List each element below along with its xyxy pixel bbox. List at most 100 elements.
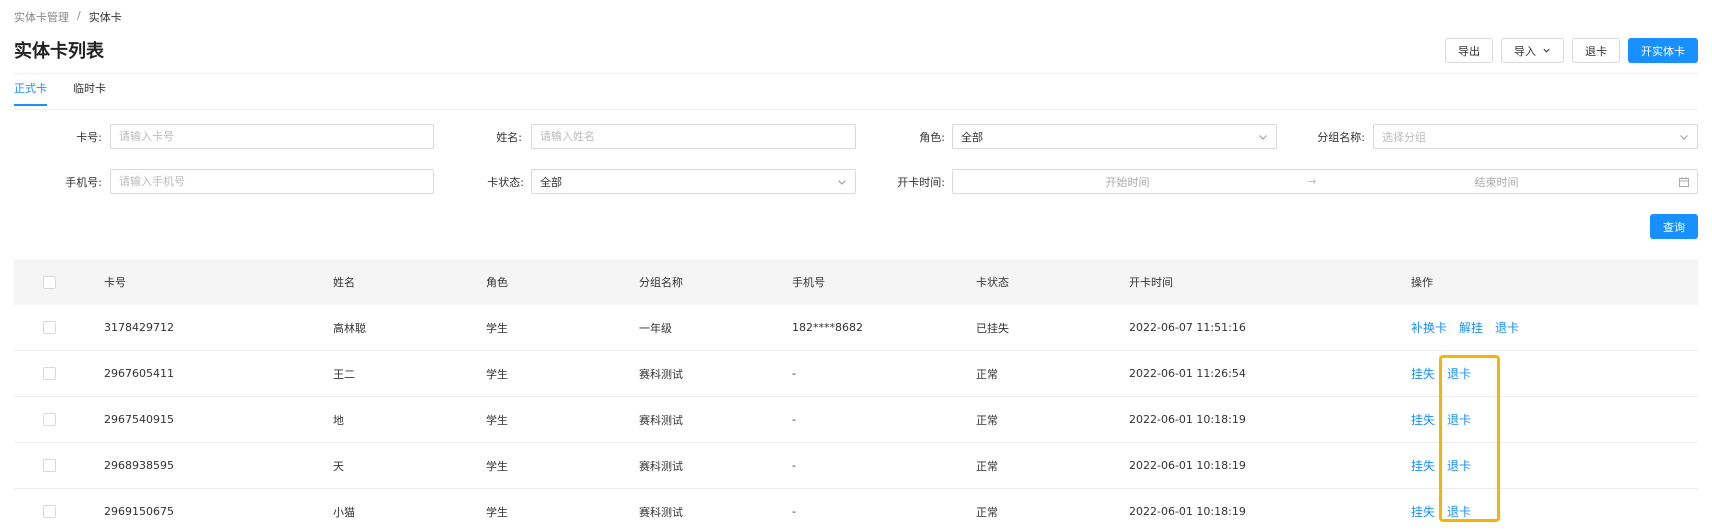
cell-card-no: 2967540915 [104,413,174,426]
cell-name: 高林聪 [333,321,366,335]
table-row: 2967540915 地 学生 赛科测试 - 正常 2022-06-01 10:… [14,397,1698,443]
breadcrumb-separator: / [77,9,81,22]
cell-card-no: 2968938595 [104,459,174,472]
cell-role: 学生 [486,413,508,427]
chevron-down-icon [838,179,846,185]
row-operations: 挂失 退卡 [1411,457,1483,474]
cell-group: 赛科测试 [639,413,683,427]
report-loss-link[interactable]: 挂失 [1411,411,1435,428]
table-row: 2968938595 天 学生 赛科测试 - 正常 2022-06-01 10:… [14,443,1698,489]
row-operations: 补换卡 解挂 退卡 [1411,319,1531,336]
breadcrumb-parent[interactable]: 实体卡管理 [14,9,69,25]
cell-status: 正常 [976,459,998,473]
query-button[interactable]: 查询 [1650,214,1698,239]
phone-input[interactable] [110,169,434,194]
row-checkbox[interactable] [43,367,56,380]
header-status: 卡状态 [976,276,1009,289]
cell-status: 正常 [976,367,998,381]
select-all-checkbox[interactable] [43,275,56,289]
table-row: 2967605411 王二 学生 赛科测试 - 正常 2022-06-01 11… [14,351,1698,397]
report-loss-link[interactable]: 挂失 [1411,503,1435,520]
cell-phone: - [792,505,796,518]
cell-group: 赛科测试 [639,505,683,519]
cell-open-time: 2022-06-01 10:18:19 [1129,505,1246,518]
cell-open-time: 2022-06-01 10:18:19 [1129,459,1246,472]
chevron-down-icon [1259,134,1267,140]
cell-phone: 182****8682 [792,321,863,334]
chevron-down-icon [1680,134,1688,140]
status-select[interactable]: 全部 [531,169,856,194]
import-label: 导入 [1514,44,1536,58]
top-actions: 导出 导入 退卡 开实体卡 [1445,38,1698,63]
cell-role: 学生 [486,459,508,473]
header-phone: 手机号 [792,276,825,289]
export-button[interactable]: 导出 [1445,38,1493,63]
return-card-link[interactable]: 退卡 [1447,457,1471,474]
divider [14,73,1698,74]
header-card-no: 卡号 [104,276,126,289]
import-button[interactable]: 导入 [1501,38,1564,63]
open-card-button[interactable]: 开实体卡 [1628,38,1698,63]
return-card-link[interactable]: 退卡 [1495,319,1519,336]
card-table: 卡号 姓名 角色 分组名称 手机号 卡状态 开卡时间 操作 3178429712… [14,259,1698,531]
cell-name: 地 [333,413,344,427]
cell-status: 已挂失 [976,321,1009,335]
row-operations: 挂失 退卡 [1411,365,1483,382]
return-card-button[interactable]: 退卡 [1572,38,1620,63]
header-name: 姓名 [333,276,355,289]
role-select[interactable]: 全部 [952,124,1277,149]
tab-temporary-card[interactable]: 临时卡 [73,80,106,106]
group-label: 分组名称: [1317,131,1365,144]
role-label: 角色: [919,131,945,144]
cell-status: 正常 [976,505,998,519]
table-row: 2969150675 小猫 学生 赛科测试 - 正常 2022-06-01 10… [14,489,1698,531]
group-select[interactable]: 选择分组 [1373,124,1698,149]
card-no-input[interactable] [110,124,434,149]
header-group: 分组名称 [639,276,683,289]
report-loss-link[interactable]: 挂失 [1411,365,1435,382]
header-role: 角色 [486,276,508,289]
cell-phone: - [792,367,796,380]
cell-open-time: 2022-06-01 10:18:19 [1129,413,1246,426]
start-time-input[interactable]: 开始时间 [953,174,1302,190]
cell-group: 一年级 [639,321,672,335]
breadcrumb-current: 实体卡 [88,11,122,24]
open-time-label: 开卡时间: [897,176,945,189]
table-header: 卡号 姓名 角色 分组名称 手机号 卡状态 开卡时间 操作 [14,259,1698,305]
report-loss-link[interactable]: 挂失 [1411,457,1435,474]
chevron-down-icon [1543,48,1550,53]
page-title: 实体卡列表 [14,41,104,62]
card-tabs: 正式卡 临时卡 [14,80,106,106]
row-checkbox[interactable] [43,459,56,472]
cell-group: 赛科测试 [639,459,683,473]
cell-status: 正常 [976,413,998,427]
divider [14,109,1698,110]
row-operations: 挂失 退卡 [1411,503,1483,520]
row-checkbox[interactable] [43,413,56,426]
cell-card-no: 2969150675 [104,505,174,518]
name-input[interactable] [531,124,856,149]
status-label: 卡状态: [487,176,524,189]
phone-label: 手机号: [65,176,102,189]
status-select-value: 全部 [540,175,562,189]
group-select-placeholder: 选择分组 [1382,130,1426,144]
cell-name: 王二 [333,367,355,381]
row-checkbox[interactable] [43,321,56,334]
breadcrumb: 实体卡管理 / 实体卡 [14,9,122,25]
unlock-link[interactable]: 解挂 [1459,319,1483,336]
cell-card-no: 3178429712 [104,321,174,334]
return-card-link[interactable]: 退卡 [1447,411,1471,428]
return-card-link[interactable]: 退卡 [1447,365,1471,382]
arrow-right-icon: → [1307,175,1317,188]
replace-card-link[interactable]: 补换卡 [1411,319,1447,336]
end-time-input[interactable]: 结束时间 [1322,174,1671,190]
open-time-range-picker[interactable]: 开始时间 → 结束时间 [952,169,1698,194]
table-row: 3178429712 高林聪 学生 一年级 182****8682 已挂失 20… [14,305,1698,351]
row-checkbox[interactable] [43,505,56,518]
header-operations: 操作 [1411,276,1433,289]
cell-role: 学生 [486,367,508,381]
row-operations: 挂失 退卡 [1411,411,1483,428]
header-open-time: 开卡时间 [1129,276,1173,289]
tab-formal-card[interactable]: 正式卡 [14,80,47,106]
return-card-link[interactable]: 退卡 [1447,503,1471,520]
